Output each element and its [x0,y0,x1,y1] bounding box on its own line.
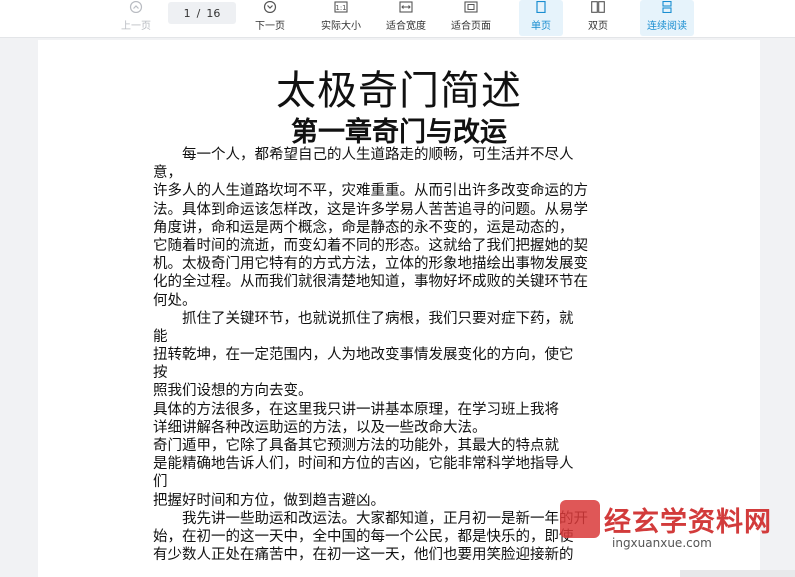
fit-page-label: 适合页面 [451,21,491,32]
single-page-button[interactable]: 单页 [519,0,563,36]
continuous-reading-icon [660,1,674,13]
body-line: 机。太极奇门用它特有的方式方法，立体的形象地描绘出事物发展变 [153,256,588,273]
actual-size-icon: 1:1 [334,1,348,13]
body-line: 抓住了关键环节，也就说抓住了病根，我们只要对症下药，就 [153,310,574,327]
body-line: 扭转乾坤，在一定范围内，人为地改变事情发展变化的方向，使它 [153,347,574,364]
fit-width-icon [399,1,413,13]
double-page-icon [591,1,605,13]
watermark: 经玄学资料网 ingxuanxue.com [560,500,795,560]
body-line: 详细讲解各种改运助运的方法，以及一些改命大法。 [153,419,487,436]
watermark-text: 经玄学资料网 [604,507,772,538]
svg-text:1:1: 1:1 [335,4,346,12]
body-line: 能 [153,328,168,345]
actual-size-label: 实际大小 [321,21,361,32]
page-indicator[interactable]: 1 / 16 [168,2,236,24]
body-line: 化的全过程。从而我们就很清楚地知道，事物好坏成败的关键环节在 [153,274,588,291]
body-line: 每一个人，都希望自己的人生道路走的顺畅，可生活并不尽人 [153,147,574,163]
body-line: 何处。 [153,292,197,309]
page-total: 16 [206,6,221,20]
fit-page-icon [464,1,478,13]
next-page-button[interactable]: 下一页 [250,0,290,36]
double-page-label: 双页 [588,21,608,32]
arrow-down-circle-icon [263,1,277,13]
document-page: 太极奇门简述 第一章奇门与改运 每一个人，都希望自己的人生道路走的顺畅，可生活并… [38,40,760,577]
body-line: 是能精确地告诉人们，时间和方位的吉凶，它能非常科学地指导人 [153,456,574,473]
next-page-label: 下一页 [255,21,285,32]
fit-page-button[interactable]: 适合页面 [446,0,496,36]
page-current[interactable]: 1 [184,7,191,20]
continuous-reading-label: 连续阅读 [647,21,687,32]
body-line: 意， [153,165,182,182]
body-line: 照我们设想的方向去变。 [153,383,313,400]
prev-page-label: 上一页 [121,21,151,32]
body-line: 角度讲，命和运是两个概念，命是静态的永不变的，运是动态的， [153,219,574,236]
fit-width-button[interactable]: 适合宽度 [381,0,431,36]
body-line: 它随着时间的流逝，而变幻着不同的形态。这就给了我们把握她的契 [153,237,588,254]
single-page-label: 单页 [531,21,551,32]
fit-width-label: 适合宽度 [386,21,426,32]
body-line: 们 [153,474,168,491]
status-bar [680,570,795,577]
toolbar: 上一页 1 / 16 下一页 1:1 实际大小 适合宽度 适合页面 单页 双页 … [0,0,795,38]
document-title: 太极奇门简述 [276,68,522,114]
body-line: 法。具体到命运该怎样改，这是许多学易人苦苦追寻的问题。从易学 [153,201,588,218]
prev-page-button[interactable]: 上一页 [116,0,156,36]
watermark-logo-icon [560,500,600,538]
single-page-icon [534,1,548,13]
body-line: 许多人的人生道路坎坷不平，灾难重重。从而引出许多改变命运的方 [153,183,588,200]
arrow-up-circle-icon [129,1,143,13]
body-line: 奇门遁甲，它除了具备其它预测方法的功能外，其最大的特点就 [153,438,559,454]
actual-size-button[interactable]: 1:1 实际大小 [316,0,366,36]
page-separator: / [196,6,201,20]
continuous-reading-button[interactable]: 连续阅读 [640,0,694,36]
chapter-title: 第一章奇门与改运 [291,117,507,148]
double-page-button[interactable]: 双页 [576,0,620,36]
watermark-url: ingxuanxue.com [612,536,712,550]
body-line: 具体的方法很多，在这里我只讲一讲基本原理，在学习班上我将 [153,401,559,418]
body-line: 按 [153,365,168,382]
